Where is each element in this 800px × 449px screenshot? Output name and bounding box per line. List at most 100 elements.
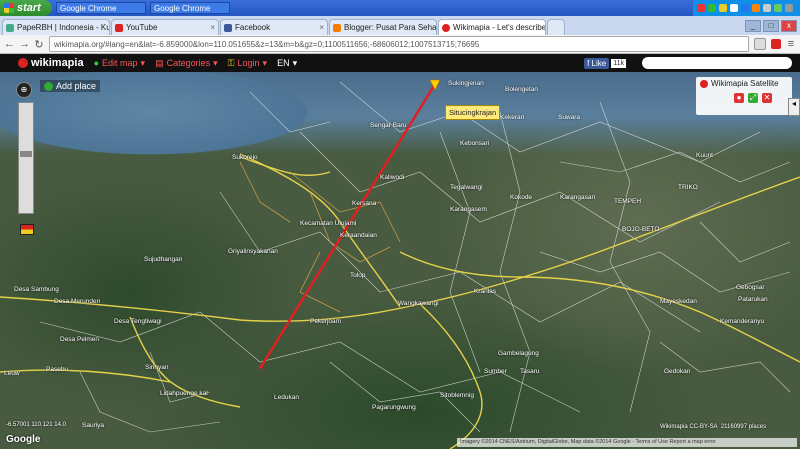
map-label[interactable]: TRIKO [678, 184, 698, 191]
map-label[interactable]: Sukingjenan [448, 80, 484, 87]
map-label[interactable]: Desa Pelmen [60, 336, 99, 343]
map-label[interactable]: Gebogsar [736, 284, 765, 291]
map-label[interactable]: Kokode [510, 194, 532, 201]
start-button[interactable]: start [0, 0, 52, 16]
map-label[interactable]: TEMPEH [614, 198, 641, 205]
search-input[interactable] [642, 57, 792, 69]
measure-end-point[interactable] [259, 365, 263, 369]
map-label[interactable]: Kaliwodi [380, 174, 404, 181]
map-label[interactable]: Griyalinsyakanan [228, 248, 278, 255]
address-bar[interactable]: wikimapia.org/#lang=en&lat=-6.859000&lon… [49, 36, 749, 52]
tray-icon[interactable] [730, 4, 738, 12]
volume-icon[interactable] [785, 4, 793, 12]
extension-icon[interactable] [771, 39, 781, 49]
map-label[interactable]: Pekerjoam [310, 318, 341, 325]
record-icon[interactable]: ● [734, 93, 744, 103]
tab-paperbh[interactable]: PapeRBH | Indonesia - Kumpu× [2, 19, 110, 35]
maximize-icon[interactable]: □ [763, 19, 779, 32]
close-tab-icon[interactable]: × [210, 23, 215, 32]
map-label[interactable]: Leuw [4, 370, 20, 377]
pan-control-icon[interactable]: ⊕ [16, 82, 32, 98]
map-label[interactable]: Desa Merunden [54, 298, 100, 305]
collapse-panel-icon[interactable]: ◂ [788, 98, 800, 116]
minimize-icon[interactable]: _ [745, 19, 761, 32]
map-type-panel[interactable]: Wikimapia Satellite ● ⤢ ✕ [696, 77, 792, 115]
new-tab-button[interactable] [547, 19, 565, 35]
login-menu[interactable]: ⚿ Login ▾ [228, 58, 267, 69]
close-tab-icon[interactable]: × [319, 23, 324, 32]
tray-icon[interactable] [719, 4, 727, 12]
map-label[interactable]: Sirihyan [145, 364, 168, 371]
menu-icon[interactable]: ≡ [786, 38, 796, 50]
wikimapia-logo[interactable]: wikimapia [18, 57, 84, 69]
zoom-slider[interactable] [18, 102, 34, 214]
map-label[interactable]: Mayeskedan [660, 298, 697, 305]
tray-icon[interactable] [708, 4, 716, 12]
map-label[interactable]: Sauriya [82, 422, 104, 429]
tray-icon[interactable] [752, 4, 760, 12]
tab-wikimapia[interactable]: Wikimapia - Let's describe th× [438, 19, 546, 35]
tab-facebook[interactable]: Facebook × [220, 19, 328, 35]
tray-icon[interactable] [741, 4, 749, 12]
windows-taskbar: start Google Chrome Google Chrome [0, 0, 800, 16]
map-label[interactable]: Sujudhangan [144, 256, 182, 263]
satellite-map[interactable]: Sukingjenan Sengar Baru Kekeran Bolenget… [0, 72, 800, 449]
map-label[interactable]: Pasebu [46, 366, 68, 373]
map-label[interactable]: Suwara [558, 114, 580, 121]
tray-icon[interactable] [697, 4, 705, 12]
map-label[interactable]: Patarukan [738, 296, 768, 303]
facebook-like[interactable]: f Like 11k [584, 57, 626, 69]
edit-map-menu[interactable]: ● Edit map ▾ [94, 58, 146, 69]
map-label[interactable]: Gedokan [664, 368, 690, 375]
map-label[interactable]: Tolop [350, 272, 366, 279]
add-place-button[interactable]: Add place [40, 80, 101, 92]
layer-toggle-icon[interactable] [20, 224, 34, 235]
map-label[interactable]: Wangkawangi [398, 300, 439, 307]
map-label[interactable]: Kersana [352, 200, 376, 207]
map-label[interactable]: Kranlas [474, 288, 496, 295]
map-label[interactable]: Sengar Baru [370, 122, 407, 129]
map-label[interactable]: Sukorejo [232, 154, 258, 161]
map-label[interactable]: Gambelagung [498, 350, 539, 357]
wikimapia-header: wikimapia ● Edit map ▾ ▤ Categories ▾ ⚿ Login… [0, 54, 800, 72]
tray-icon[interactable] [774, 4, 782, 12]
star-icon[interactable] [754, 38, 766, 50]
map-label[interactable]: Kuunt [696, 152, 713, 159]
map-label[interactable]: Kecamatan Ulujami [300, 220, 356, 227]
map-label[interactable]: Tasaru [520, 368, 540, 375]
map-label[interactable]: Karangasari [560, 194, 595, 201]
map-label[interactable]: BOJO-BETO [622, 226, 659, 233]
map-label[interactable]: Sitoblemnig [440, 392, 474, 399]
close-window-icon[interactable]: x [781, 19, 797, 32]
map-label[interactable]: Desa Sambung [14, 286, 59, 293]
map-label[interactable]: Bolengetan [505, 86, 538, 93]
language-menu[interactable]: EN ▾ [277, 58, 297, 69]
map-label[interactable]: Kemanderanyu [720, 318, 764, 325]
map-label[interactable]: Keraandaian [340, 232, 377, 239]
map-label[interactable]: Kebonsari [460, 140, 489, 147]
map-label[interactable]: Karangasem [450, 206, 487, 213]
taskbar-item-chrome[interactable]: Google Chrome [56, 2, 146, 14]
facebook-like-button[interactable]: f Like [584, 57, 610, 69]
system-tray [693, 0, 800, 16]
tab-label: Blogger: Pusat Para Sehabat [344, 23, 437, 32]
map-label[interactable]: Lidahpuenge kal [160, 390, 208, 397]
taskbar-item-chrome-2[interactable]: Google Chrome [150, 2, 230, 14]
tab-blogger[interactable]: Blogger: Pusat Para Sehabat× [329, 19, 437, 35]
tab-youtube[interactable]: YouTube × [111, 19, 219, 35]
forward-icon[interactable]: → [19, 38, 30, 50]
reload-icon[interactable]: ↻ [34, 38, 44, 51]
map-label[interactable]: Desa Tengtiwagi [114, 318, 162, 325]
tray-icon[interactable] [763, 4, 771, 12]
back-icon[interactable]: ← [4, 38, 15, 50]
zoom-slider-handle[interactable] [20, 151, 32, 157]
close-icon[interactable]: ✕ [762, 93, 772, 103]
categories-menu[interactable]: ▤ Categories ▾ [155, 58, 218, 69]
fullscreen-icon[interactable]: ⤢ [748, 93, 758, 103]
map-label[interactable]: Sumber [484, 368, 507, 375]
map-label[interactable]: Kekeran [500, 114, 524, 121]
map-label[interactable]: Pagarungwung [372, 404, 416, 411]
map-label[interactable]: Tegalwangi [450, 184, 483, 191]
map-copyright[interactable]: Imagery ©2014 CNES/Astrium, DigitalGlobe… [457, 438, 797, 447]
map-label[interactable]: Ledukan [274, 394, 299, 401]
